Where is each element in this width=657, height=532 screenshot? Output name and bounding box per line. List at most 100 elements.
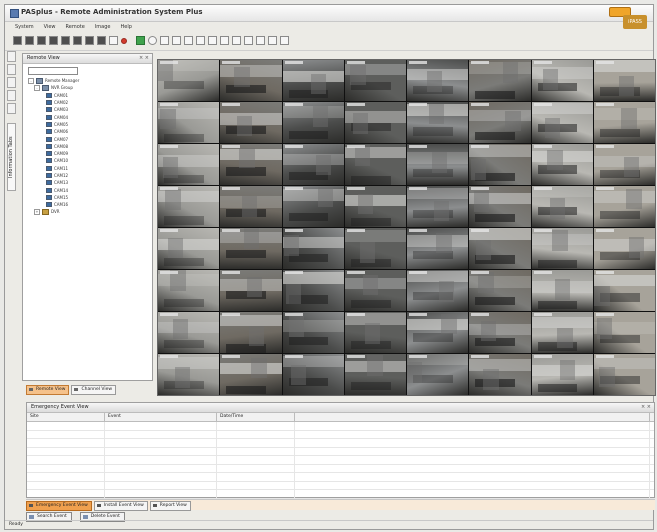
side-tab-3[interactable]	[7, 77, 16, 88]
camera-feed-tile[interactable]	[469, 228, 531, 269]
camera-feed-tile[interactable]	[282, 144, 344, 185]
expand-toggle-icon[interactable]: -	[28, 77, 34, 84]
side-tab-5[interactable]	[7, 103, 16, 114]
camera-feed-tile[interactable]	[469, 102, 531, 143]
tree-camera-item[interactable]: CAM10	[28, 157, 152, 164]
layout-6-button[interactable]	[172, 36, 181, 45]
record-button[interactable]	[121, 38, 127, 44]
tree-camera-item[interactable]: CAM05	[28, 121, 152, 128]
camera-feed-tile[interactable]	[344, 60, 406, 101]
tool-9-button[interactable]	[109, 36, 118, 45]
menu-item-image[interactable]: Image	[95, 24, 111, 30]
side-tab-4[interactable]	[7, 90, 16, 101]
camera-feed-tile[interactable]	[531, 144, 593, 185]
layout-9-button[interactable]	[196, 36, 205, 45]
layout-20-button[interactable]	[244, 36, 253, 45]
camera-feed-tile[interactable]	[158, 312, 220, 353]
layout-13-button[interactable]	[220, 36, 229, 45]
camera-feed-tile[interactable]	[593, 312, 655, 353]
menu-item-system[interactable]: System	[15, 24, 34, 30]
camera-feed-tile[interactable]	[344, 312, 406, 353]
column-header[interactable]: Site	[27, 413, 105, 421]
tree-node-root[interactable]: - Remote Manager	[28, 77, 152, 84]
table-row[interactable]	[27, 439, 654, 448]
tree-camera-item[interactable]: CAM13	[28, 179, 152, 186]
camera-feed-tile[interactable]	[531, 312, 593, 353]
tree-node-group[interactable]: - NVR Group	[28, 84, 152, 91]
tool-2-button[interactable]	[25, 36, 34, 45]
camera-feed-tile[interactable]	[593, 186, 655, 227]
camera-feed-tile[interactable]	[407, 60, 469, 101]
camera-feed-tile[interactable]	[593, 102, 655, 143]
camera-feed-tile[interactable]	[469, 186, 531, 227]
tree-camera-item[interactable]: CAM03	[28, 106, 152, 113]
menu-item-help[interactable]: Help	[121, 24, 132, 30]
camera-feed-tile[interactable]	[158, 144, 220, 185]
camera-feed-tile[interactable]	[407, 144, 469, 185]
camera-feed-tile[interactable]	[531, 60, 593, 101]
table-row[interactable]	[27, 447, 654, 456]
tree-camera-item[interactable]: CAM11	[28, 165, 152, 172]
camera-feed-tile[interactable]	[469, 60, 531, 101]
tab-remote-view[interactable]: Remote View	[26, 385, 70, 395]
camera-feed-tile[interactable]	[282, 228, 344, 269]
side-tab-2[interactable]	[7, 64, 16, 75]
tree-camera-item[interactable]: CAM12	[28, 172, 152, 179]
camera-feed-tile[interactable]	[282, 186, 344, 227]
camera-feed-tile[interactable]	[344, 144, 406, 185]
tree-camera-item[interactable]: CAM15	[28, 194, 152, 201]
camera-feed-tile[interactable]	[158, 102, 220, 143]
camera-feed-tile[interactable]	[344, 228, 406, 269]
table-row[interactable]	[27, 490, 654, 499]
menu-item-remote[interactable]: Remote	[66, 24, 85, 30]
tree-camera-item[interactable]: CAM07	[28, 135, 152, 142]
camera-feed-tile[interactable]	[407, 312, 469, 353]
tab-install-event-view[interactable]: Install Event View	[93, 501, 148, 511]
camera-feed-tile[interactable]	[593, 270, 655, 311]
tree-camera-item[interactable]: CAM01	[28, 92, 152, 99]
camera-feed-tile[interactable]	[531, 270, 593, 311]
tab-emergency-event-view[interactable]: Emergency Event View	[26, 501, 92, 511]
camera-feed-tile[interactable]	[531, 228, 593, 269]
table-row[interactable]	[27, 481, 654, 490]
layout-1-button[interactable]	[148, 36, 157, 45]
tree-camera-item[interactable]: CAM02	[28, 99, 152, 106]
camera-feed-tile[interactable]	[344, 102, 406, 143]
camera-feed-tile[interactable]	[469, 354, 531, 395]
table-row[interactable]	[27, 456, 654, 465]
camera-feed-tile[interactable]	[469, 144, 531, 185]
camera-feed-tile[interactable]	[282, 102, 344, 143]
table-row[interactable]	[27, 464, 654, 473]
camera-feed-tile[interactable]	[531, 186, 593, 227]
tab-channel-view[interactable]: Channel View	[71, 385, 117, 395]
camera-feed-tile[interactable]	[407, 186, 469, 227]
tab-report-view[interactable]: Report View	[149, 501, 191, 511]
camera-feed-tile[interactable]	[220, 354, 282, 395]
camera-feed-tile[interactable]	[344, 354, 406, 395]
column-header[interactable]: Event	[105, 413, 217, 421]
side-tab-information[interactable]: Information Tabs	[7, 123, 16, 191]
camera-feed-tile[interactable]	[158, 228, 220, 269]
tool-8-button[interactable]	[97, 36, 106, 45]
tool-5-button[interactable]	[61, 36, 70, 45]
camera-feed-tile[interactable]	[469, 270, 531, 311]
live-button[interactable]	[136, 36, 145, 45]
camera-feed-tile[interactable]	[158, 60, 220, 101]
close-icon[interactable]: × ×	[139, 54, 149, 63]
camera-feed-tile[interactable]	[220, 312, 282, 353]
camera-feed-tile[interactable]	[220, 270, 282, 311]
tool-7-button[interactable]	[85, 36, 94, 45]
camera-feed-tile[interactable]	[158, 186, 220, 227]
side-tab-1[interactable]	[7, 51, 16, 62]
layout-64-button[interactable]	[280, 36, 289, 45]
tool-1-button[interactable]	[13, 36, 22, 45]
camera-feed-tile[interactable]	[220, 60, 282, 101]
table-row[interactable]	[27, 422, 654, 431]
camera-feed-tile[interactable]	[220, 144, 282, 185]
layout-25-button[interactable]	[256, 36, 265, 45]
expand-toggle-icon[interactable]: -	[34, 84, 40, 91]
camera-feed-tile[interactable]	[220, 186, 282, 227]
table-row[interactable]	[27, 430, 654, 439]
camera-feed-tile[interactable]	[282, 60, 344, 101]
table-row[interactable]	[27, 473, 654, 482]
